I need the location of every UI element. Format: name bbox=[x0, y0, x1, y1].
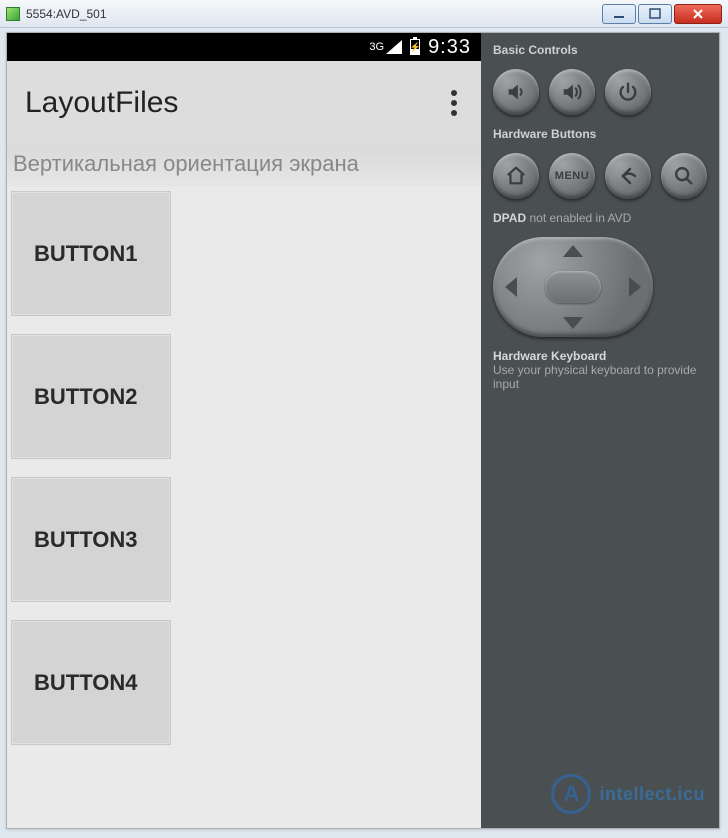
window-controls bbox=[602, 4, 722, 24]
volume-up-button[interactable] bbox=[549, 69, 595, 115]
window-titlebar: 5554:AVD_501 bbox=[0, 0, 728, 28]
menu-button-label: MENU bbox=[555, 170, 589, 182]
emulator-controls-panel: Basic Controls Hardware bbox=[481, 33, 719, 828]
hk-sub: Use your physical keyboard to provide in… bbox=[493, 363, 696, 391]
dpad-down-icon[interactable] bbox=[563, 317, 583, 329]
watermark: A intellect.icu bbox=[551, 774, 705, 814]
hk-title: Hardware Keyboard bbox=[493, 349, 707, 363]
dpad[interactable] bbox=[493, 237, 653, 337]
app-title: LayoutFiles bbox=[25, 86, 178, 120]
basic-controls-label: Basic Controls bbox=[493, 43, 707, 57]
action-bar: LayoutFiles bbox=[7, 61, 481, 145]
dpad-center[interactable] bbox=[545, 271, 601, 303]
android-statusbar: 3G ⚡ 9:33 bbox=[7, 33, 481, 61]
signal-icon bbox=[386, 40, 402, 54]
dpad-right-icon[interactable] bbox=[629, 277, 641, 297]
device-screen: 3G ⚡ 9:33 LayoutFiles Вертикальная ориен… bbox=[7, 33, 481, 828]
network-label: 3G bbox=[369, 41, 384, 53]
button-2[interactable]: BUTTON2 bbox=[11, 334, 171, 459]
button-4[interactable]: BUTTON4 bbox=[11, 620, 171, 745]
basic-controls-row bbox=[493, 69, 707, 115]
home-button[interactable] bbox=[493, 153, 539, 199]
hardware-buttons-row: MENU bbox=[493, 153, 707, 199]
battery-icon: ⚡ bbox=[410, 39, 420, 55]
hardware-buttons-label: Hardware Buttons bbox=[493, 127, 707, 141]
overflow-menu-icon[interactable] bbox=[445, 84, 463, 122]
power-button[interactable] bbox=[605, 69, 651, 115]
back-button[interactable] bbox=[605, 153, 651, 199]
content-area: Вертикальная ориентация экрана BUTTON1 B… bbox=[7, 145, 481, 828]
minimize-button[interactable] bbox=[602, 4, 636, 24]
emulator-frame: 3G ⚡ 9:33 LayoutFiles Вертикальная ориен… bbox=[6, 32, 720, 829]
network-indicator: 3G bbox=[369, 40, 402, 54]
maximize-button[interactable] bbox=[638, 4, 672, 24]
dpad-label-row: DPAD not enabled in AVD bbox=[493, 211, 707, 225]
button-3[interactable]: BUTTON3 bbox=[11, 477, 171, 602]
dpad-label: DPAD bbox=[493, 211, 526, 225]
menu-button[interactable]: MENU bbox=[549, 153, 595, 199]
volume-down-button[interactable] bbox=[493, 69, 539, 115]
close-button[interactable] bbox=[674, 4, 722, 24]
watermark-badge: A bbox=[551, 774, 591, 814]
clock: 9:33 bbox=[428, 36, 471, 59]
search-button[interactable] bbox=[661, 153, 707, 199]
app-icon bbox=[6, 7, 20, 21]
watermark-text: intellect.icu bbox=[599, 784, 705, 805]
window-title: 5554:AVD_501 bbox=[26, 7, 602, 21]
hardware-keyboard-note: Hardware Keyboard Use your physical keyb… bbox=[493, 349, 707, 391]
dpad-status: not enabled in AVD bbox=[529, 211, 631, 225]
battery-indicator: ⚡ bbox=[410, 39, 420, 55]
dpad-left-icon[interactable] bbox=[505, 277, 517, 297]
orientation-label: Вертикальная ориентация экрана bbox=[7, 145, 481, 187]
button-1[interactable]: BUTTON1 bbox=[11, 191, 171, 316]
dpad-up-icon[interactable] bbox=[563, 245, 583, 257]
